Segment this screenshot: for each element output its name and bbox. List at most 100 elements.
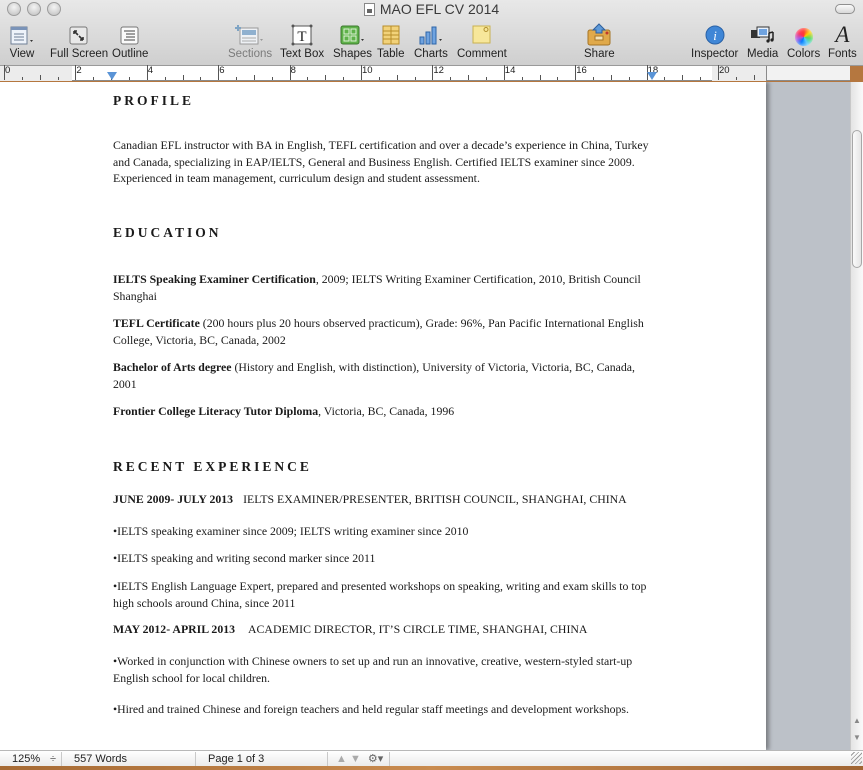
ruler-minor-tick (521, 77, 523, 80)
ruler-minor-tick (485, 77, 487, 80)
ruler-major-tick (218, 65, 220, 80)
right-indent-marker[interactable] (647, 72, 657, 80)
profile-heading: PROFILE (113, 93, 195, 108)
ruler-minor-tick (182, 75, 184, 80)
ruler-major-tick (718, 65, 719, 80)
comment-label: Comment (457, 48, 507, 60)
ruler-minor-tick (539, 75, 541, 80)
sections-icon (235, 25, 264, 45)
ruler-minor-tick (253, 75, 255, 80)
page-indicator: Page 1 of 3 (196, 752, 328, 766)
zoom-select[interactable]: 125% ÷ (0, 752, 62, 766)
education-item: Frontier College Literacy Tutor Diploma,… (113, 403, 658, 420)
ruler-minor-tick (735, 77, 737, 80)
charts-icon (419, 26, 442, 45)
previous-page-button[interactable]: ▲ (336, 753, 347, 765)
ruler-major-tick (361, 65, 362, 80)
media-label: Media (747, 48, 779, 60)
next-page-button[interactable]: ▼ (350, 753, 361, 765)
shapes-label: Shapes (333, 48, 373, 60)
outline-label: Outline (112, 48, 149, 60)
shapes-button[interactable]: Shapes (333, 24, 372, 60)
charts-button[interactable]: Charts (414, 24, 448, 60)
education-heading: EDUCATION (113, 225, 222, 240)
table-button[interactable]: Table (377, 24, 405, 60)
outline-button[interactable]: Outline (112, 24, 148, 60)
ruler-minor-tick (682, 75, 684, 80)
window-titlebar: MAO EFL CV 2014 View Full Screen Outline… (0, 0, 863, 66)
media-button[interactable]: Media (747, 24, 778, 60)
full-screen-icon (69, 26, 88, 45)
colors-icon (794, 28, 813, 46)
ruler-label: 0 (5, 65, 11, 76)
share-label: Share (584, 48, 615, 60)
job-header: MAY 2012- APRIL 2013 ACADEMIC DIRECTOR, I… (113, 621, 658, 638)
job-bullet: •IELTS English Language Expert, prepared… (113, 579, 647, 610)
comment-icon (472, 25, 491, 44)
job-header: JUNE 2009- JULY 2013 IELTS EXAMINER/PRESE… (113, 491, 658, 508)
ruler-minor-tick (21, 77, 23, 80)
resize-grip[interactable] (851, 752, 862, 764)
toolbar-toggle-button[interactable] (835, 4, 855, 14)
experience-heading: RECENT EXPERIENCE (113, 459, 312, 474)
scroll-up-arrow[interactable]: ▲ (853, 716, 861, 725)
vertical-scrollbar[interactable]: ▲ ▼ (850, 82, 863, 750)
text-box-button[interactable]: T Text Box (280, 24, 324, 60)
ruler-minor-tick (593, 77, 595, 80)
ruler-major-tick (432, 65, 434, 80)
document-page[interactable]: PROFILE Canadian EFL instructor with BA … (0, 82, 766, 750)
colors-label: Colors (787, 48, 821, 60)
ruler-minor-tick (343, 77, 345, 80)
ruler-label: 10 (362, 65, 373, 76)
ruler-minor-tick (468, 75, 470, 80)
document-icon (363, 3, 375, 16)
gear-menu-icon[interactable]: ⚙▾ (368, 753, 383, 765)
ruler-minor-tick (396, 75, 398, 80)
view-icon (10, 26, 33, 45)
ruler-label: 8 (290, 65, 296, 76)
education-item-title: Frontier College Literacy Tutor Diploma (113, 404, 319, 418)
job-title: ACADEMIC DIRECTOR, IT’S CIRCLE TIME, SHA… (248, 622, 588, 636)
share-icon (587, 23, 611, 46)
education-item: IELTS Speaking Examiner Certification, 2… (113, 271, 658, 304)
inspector-button[interactable]: i Inspector (691, 24, 738, 60)
ruler-minor-tick (610, 75, 612, 80)
ruler-major-tick (4, 65, 5, 80)
ruler-minor-tick (164, 77, 166, 80)
view-button[interactable]: View (8, 24, 36, 60)
left-indent-marker[interactable] (107, 72, 117, 80)
colors-button[interactable]: Colors (787, 24, 820, 60)
ruler-minor-tick (271, 77, 273, 80)
comment-button[interactable]: Comment (457, 24, 507, 60)
fonts-button[interactable]: A Fonts (828, 23, 857, 60)
fonts-label: Fonts (828, 48, 857, 60)
ruler-minor-tick (93, 77, 95, 80)
zoom-stepper-icon: ÷ (50, 753, 57, 765)
full-screen-button[interactable]: Full Screen (50, 24, 108, 60)
svg-text:T: T (297, 29, 306, 45)
job-dates: MAY 2012- APRIL 2013 (113, 622, 236, 636)
ruler-margin-left (0, 66, 72, 81)
job-bullet: •IELTS speaking examiner since 2009; IEL… (113, 524, 469, 538)
ruler-label: 12 (433, 65, 444, 76)
desktop-background (0, 766, 863, 770)
page-navigation: ▲ ▼ ⚙▾ (328, 752, 390, 766)
ruler-label: 4 (147, 65, 154, 76)
ruler-minor-tick (378, 77, 380, 80)
education-item: TEFL Certificate (200 hours plus 20 hour… (113, 315, 658, 348)
ruler-major-tick (503, 65, 505, 80)
share-button[interactable]: Share (584, 23, 615, 60)
ruler-minor-tick (200, 77, 202, 80)
ruler-label: 6 (219, 65, 225, 76)
scrollbar-thumb[interactable] (852, 130, 862, 268)
horizontal-ruler[interactable]: 0 2 4 6 8 10 12 14 16 18 20 (0, 65, 773, 81)
full-screen-label: Full Screen (50, 48, 109, 60)
sections-button[interactable]: Sections (228, 24, 272, 60)
scroll-down-arrow[interactable]: ▼ (853, 733, 861, 742)
ruler-minor-tick (39, 75, 41, 80)
text-box-icon: T (291, 24, 313, 46)
education-item-title: Bachelor of Arts degree (113, 360, 232, 374)
table-label: Table (377, 48, 405, 60)
ruler-minor-tick (700, 77, 702, 80)
word-count: 557 Words (62, 752, 196, 766)
